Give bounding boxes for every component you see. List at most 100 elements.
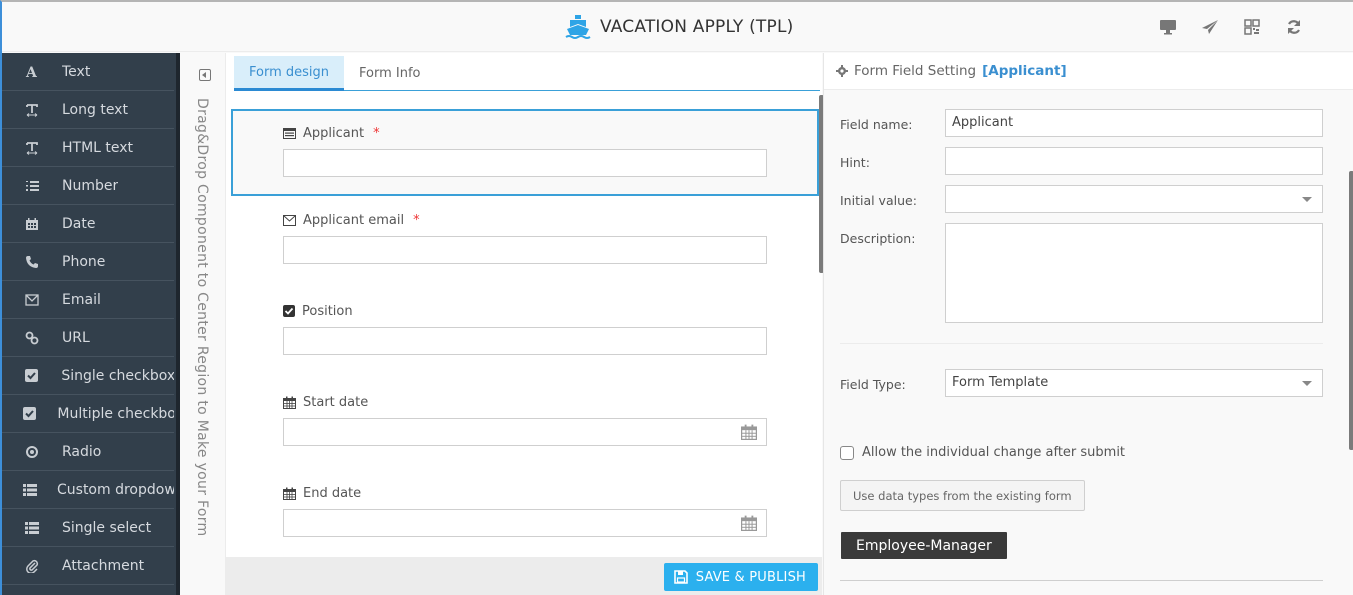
sidebar-item-url[interactable]: URL [2, 319, 174, 357]
sidebar-item-custom-dropdown[interactable]: Custom dropdown [2, 471, 174, 509]
font-icon: A [2, 65, 62, 79]
collapse-sidebar-icon[interactable] [199, 69, 211, 81]
desktop-preview-button[interactable] [1159, 18, 1177, 36]
settings-divider [840, 343, 1323, 344]
form-field-start-date[interactable]: Start date [231, 378, 819, 469]
qr-code-button[interactable] [1243, 18, 1261, 36]
sidebar-item-label: Single select [62, 519, 152, 536]
center-bottom-bar: SAVE & PUBLISH [226, 557, 822, 595]
sidebar-item-single-checkbox[interactable]: Single checkbox [2, 357, 174, 395]
link-icon [2, 331, 62, 345]
calendar-icon [283, 487, 296, 500]
paper-plane-icon [1202, 20, 1218, 34]
refresh-button[interactable] [1285, 18, 1303, 36]
tab-form-info[interactable]: Form Info [344, 56, 435, 90]
tab-form-design[interactable]: Form design [234, 56, 345, 91]
sidebar-item-attachment[interactable]: Attachment [2, 547, 174, 585]
form-field-label-text: Applicant [303, 125, 365, 141]
settings-header: Form Field Setting [Applicant] [824, 53, 1353, 90]
form-field-label: Start date [283, 392, 819, 412]
text-width-icon [2, 141, 62, 155]
form-field-label: Position [283, 301, 819, 321]
sidebar-item-label: Phone [62, 253, 106, 270]
app-title: VACATION APPLY (TPL) [564, 14, 793, 40]
form-field-input[interactable] [283, 327, 767, 355]
form-field-position[interactable]: Position [231, 287, 819, 378]
form-field-input[interactable] [283, 509, 767, 537]
sidebar-item-label: Number [62, 177, 119, 194]
floppy-disk-icon [673, 570, 688, 584]
id-card-icon [283, 127, 296, 139]
calendar-picker-icon[interactable] [741, 515, 757, 535]
form-field-label: Applicant email * [283, 210, 819, 230]
header-bar: VACATION APPLY (TPL) [2, 2, 1353, 52]
checkbox-icon [2, 407, 57, 420]
sidebar-item-multiple-checkbox[interactable]: Multiple checkbox [2, 395, 174, 433]
text-width-icon [2, 103, 62, 117]
page-title: VACATION APPLY (TPL) [600, 17, 794, 37]
qrcode-icon [1244, 19, 1260, 35]
radio-icon [2, 445, 62, 459]
description-label: Description: [840, 231, 916, 246]
center-tabs: Form design Form Info [234, 56, 820, 91]
field-name-input[interactable]: Applicant [945, 109, 1323, 137]
sidebar-item-label: Single checkbox [61, 367, 174, 384]
save-publish-button[interactable]: SAVE & PUBLISH [663, 563, 818, 591]
sidebar-item-html-text[interactable]: HTML text [2, 129, 174, 167]
calendar-picker-icon[interactable] [741, 424, 757, 444]
sidebar-item-number[interactable]: Number [2, 167, 174, 205]
ordered-list-icon [2, 179, 62, 193]
sidebar-item-label: Custom dropdown [57, 481, 174, 498]
checkbox-icon [2, 369, 61, 382]
sidebar-item-label: Radio [62, 443, 102, 460]
form-field-applicant-email[interactable]: Applicant email * [231, 196, 819, 287]
allow-change-checkbox[interactable] [840, 445, 854, 460]
refresh-icon [1287, 20, 1301, 34]
hint-input[interactable] [945, 147, 1323, 175]
sidebar-item-single-select[interactable]: Single select [2, 509, 174, 547]
envelope-icon [2, 293, 62, 306]
sidebar-item-email[interactable]: Email [2, 281, 174, 319]
gear-icon [836, 65, 848, 77]
field-type-select[interactable]: Form Template [945, 369, 1323, 397]
form-field-applicant[interactable]: Applicant * [231, 109, 819, 196]
phone-icon [2, 255, 62, 269]
allow-change-checkbox-row[interactable]: Allow the individual change after submit [840, 445, 1125, 460]
form-field-end-date[interactable]: End date [231, 469, 819, 557]
use-data-types-button[interactable]: Use data types from the existing form [840, 480, 1085, 511]
template-tag[interactable]: Employee-Manager [841, 532, 1007, 559]
chevron-down-icon [1302, 197, 1312, 202]
chevron-down-icon [1302, 381, 1312, 386]
settings-scrollbar[interactable] [1349, 171, 1353, 450]
description-textarea[interactable] [945, 223, 1323, 323]
sidebar-item-radio[interactable]: Radio [2, 433, 174, 471]
sidebar-item-label: Attachment [62, 557, 145, 574]
form-field-label-text: Applicant email [303, 212, 405, 228]
sidebar-item-phone[interactable]: Phone [2, 243, 174, 281]
form-canvas: Applicant * Applicant email * Position Start … [231, 109, 819, 557]
sidebar-item-label: Date [62, 215, 96, 232]
allow-change-label: Allow the individual change after submit [862, 445, 1126, 460]
form-field-label-text: Position [302, 303, 353, 319]
component-sidebar: A Text Long text HTML text Number Date Phone Em… [2, 53, 180, 595]
form-field-input[interactable] [283, 149, 767, 177]
header-toolbar [1159, 18, 1303, 36]
ship-icon [565, 15, 591, 39]
send-button[interactable] [1201, 18, 1219, 36]
list-icon [2, 483, 57, 496]
form-field-input[interactable] [283, 236, 767, 264]
initial-value-select[interactable] [945, 185, 1323, 213]
field-name-row: Field name: Applicant [840, 109, 1323, 137]
svg-text:A: A [25, 65, 38, 79]
initial-value-row: Initial value: [840, 185, 1323, 213]
sidebar-item-text[interactable]: A Text [2, 53, 174, 91]
hint-label: Hint: [840, 155, 870, 170]
drag-drop-hint: Drag&Drop Component to Center Region to … [194, 98, 210, 537]
sidebar-item-long-text[interactable]: Long text [2, 91, 174, 129]
sidebar-item-date[interactable]: Date [2, 205, 174, 243]
desktop-icon [1160, 20, 1176, 35]
selected-field-name: [Applicant] [982, 63, 1067, 79]
form-field-label-text: Start date [303, 394, 369, 410]
sidebar-item-label: Long text [62, 101, 128, 118]
form-field-input[interactable] [283, 418, 767, 446]
